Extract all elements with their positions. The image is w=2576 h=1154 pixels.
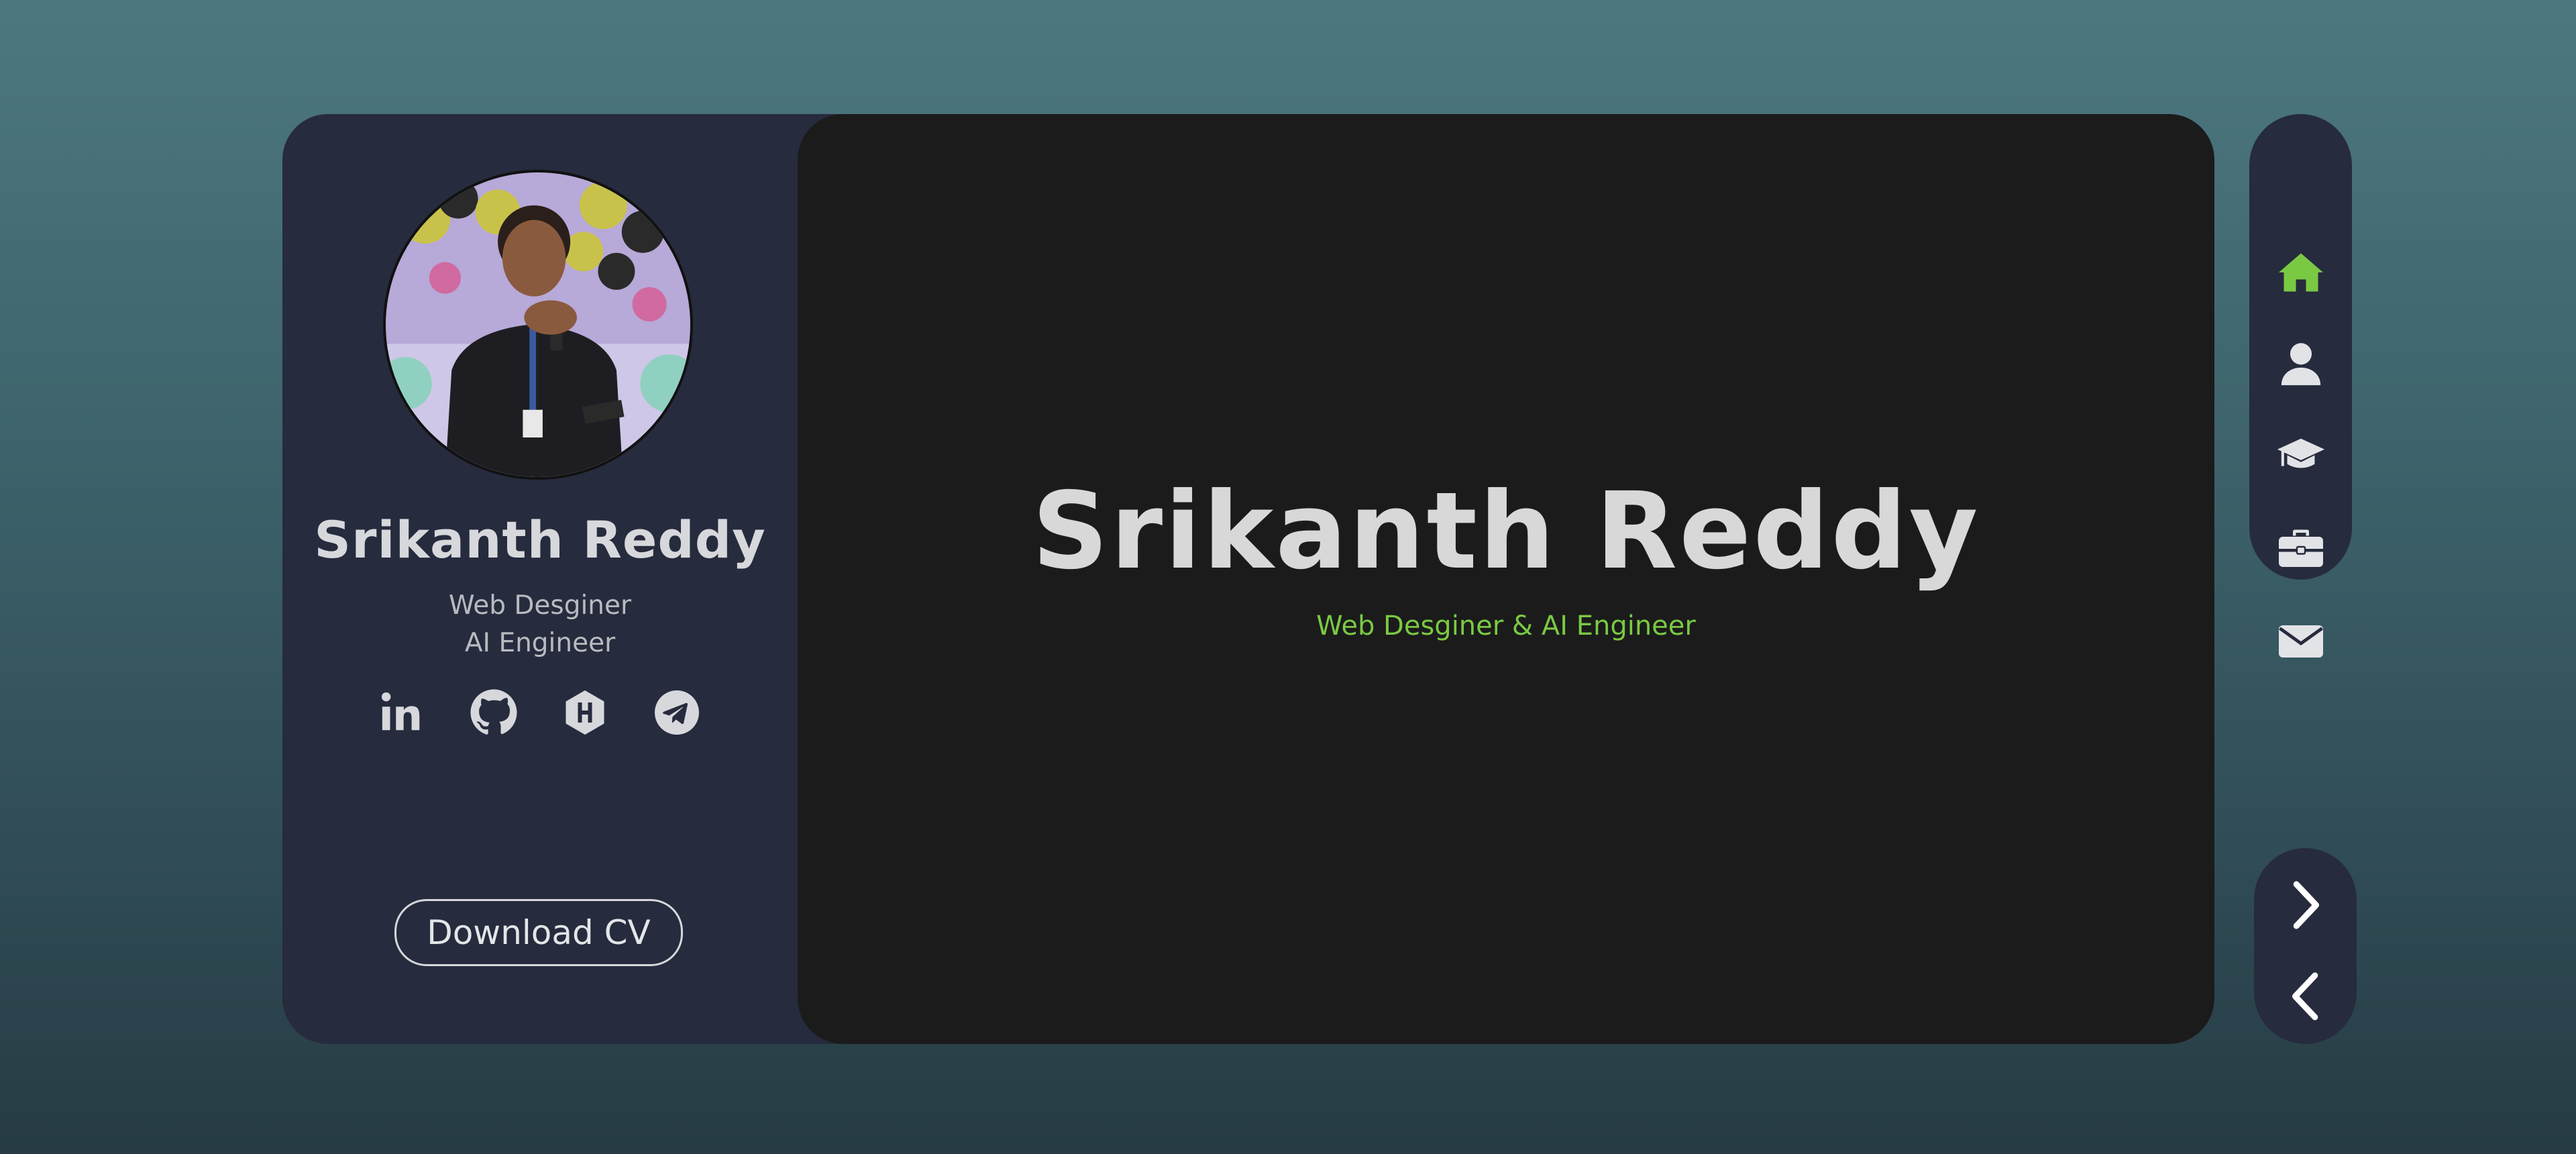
page-navigation — [2254, 848, 2357, 1044]
profile-role-line1: Web Desginer — [448, 590, 632, 621]
profile-sidebar: Srikanth Reddy Web Desginer AI Engineer — [282, 114, 798, 1044]
user-icon — [2281, 343, 2320, 386]
profile-role-line2: AI Engineer — [464, 628, 616, 658]
nav-home[interactable] — [2249, 239, 2352, 306]
telegram-icon[interactable] — [650, 686, 704, 739]
profile-name: Srikanth Reddy — [314, 510, 766, 570]
nav-work[interactable] — [2249, 515, 2352, 582]
briefcase-icon — [2278, 529, 2323, 567]
download-cv-button[interactable]: Download CV — [394, 899, 683, 966]
next-page-button[interactable] — [2254, 868, 2357, 942]
nav-about[interactable] — [2249, 330, 2352, 397]
section-nav — [2249, 114, 2352, 658]
avatar-photo — [386, 172, 690, 477]
linkedin-icon[interactable] — [375, 686, 429, 739]
chevron-left-icon — [2292, 972, 2318, 1020]
graduation-cap-icon — [2277, 438, 2324, 468]
avatar — [383, 170, 693, 480]
profile-card: Srikanth Reddy Web Desginer AI Engineer — [282, 114, 2214, 1044]
chevron-right-icon — [2293, 881, 2319, 929]
prev-page-button[interactable] — [2254, 959, 2357, 1033]
hero-name: Srikanth Reddy — [1032, 470, 1980, 593]
hashnode-icon[interactable] — [558, 686, 612, 739]
envelope-icon — [2278, 625, 2323, 658]
main-panel: Srikanth Reddy Web Desginer & AI Enginee… — [798, 114, 2214, 1044]
nav-contact[interactable] — [2249, 608, 2352, 675]
home-icon — [2278, 253, 2323, 292]
github-icon[interactable] — [467, 686, 521, 739]
social-links — [375, 686, 704, 739]
nav-education[interactable] — [2249, 423, 2352, 490]
hero-subtitle: Web Desginer & AI Engineer — [1316, 611, 1696, 641]
